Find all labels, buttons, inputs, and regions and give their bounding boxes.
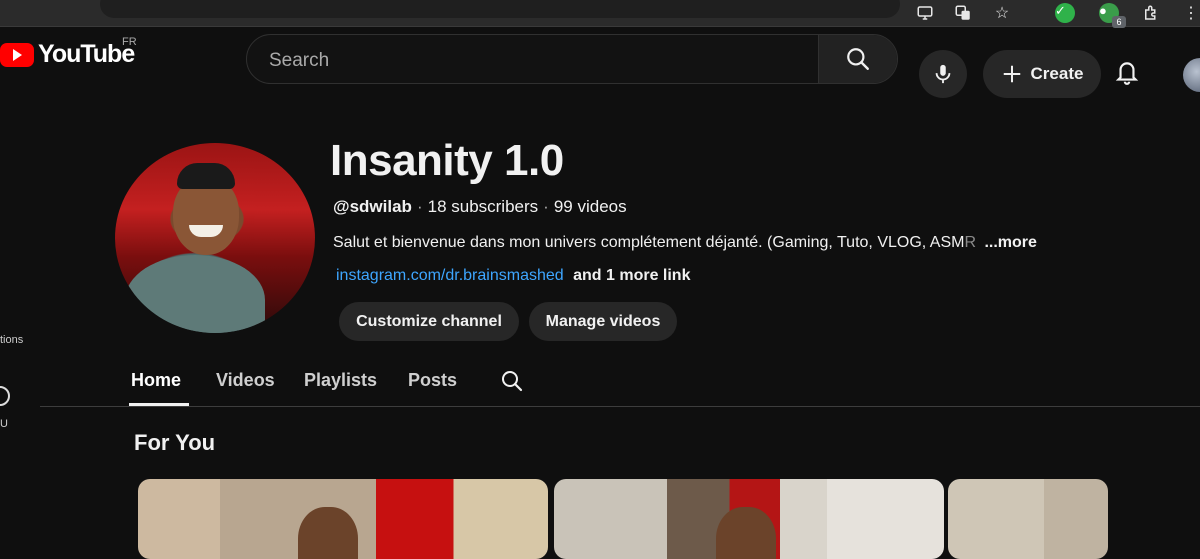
extension-check-icon[interactable]: ✓ bbox=[1054, 2, 1076, 24]
search-icon bbox=[502, 371, 523, 392]
instagram-link[interactable]: instagram.com/dr.brainsmashed bbox=[336, 267, 564, 284]
menu-icon[interactable]: ⋮ bbox=[1180, 2, 1200, 24]
channel-meta: @sdwilab · 18 subscribers · 99 videos bbox=[333, 197, 627, 217]
tab-videos[interactable]: Videos bbox=[216, 370, 275, 403]
tabs-divider bbox=[40, 406, 1200, 407]
more-links-link[interactable]: and 1 more link bbox=[573, 267, 690, 284]
create-label: Create bbox=[1030, 64, 1084, 83]
more-link[interactable]: ...more bbox=[984, 234, 1036, 251]
mic-icon bbox=[935, 64, 951, 84]
description-fade: R bbox=[964, 234, 977, 251]
tab-posts[interactable]: Posts bbox=[408, 370, 457, 403]
youtube-logo[interactable]: YouTube bbox=[0, 40, 135, 69]
video-thumbnail[interactable] bbox=[554, 479, 944, 559]
play-logo-icon bbox=[0, 42, 34, 67]
logo-text: YouTube bbox=[38, 40, 135, 68]
voice-search-button[interactable] bbox=[919, 50, 967, 98]
search-input[interactable] bbox=[267, 47, 811, 75]
bell-icon bbox=[1115, 62, 1139, 85]
country-code: FR bbox=[122, 36, 137, 48]
plus-icon bbox=[1003, 65, 1020, 83]
meta-separator: · bbox=[416, 197, 423, 216]
channel-description[interactable]: Salut et bienvenue dans mon univers comp… bbox=[333, 234, 1037, 252]
translate-icon[interactable] bbox=[952, 2, 974, 24]
subscriber-count: 18 subscribers bbox=[427, 197, 539, 216]
channel-handle: @sdwilab bbox=[333, 197, 412, 216]
extension-badge: 6 bbox=[1112, 16, 1126, 28]
thumbnail-person bbox=[716, 507, 776, 559]
video-thumbnail[interactable] bbox=[948, 479, 1108, 559]
tab-home[interactable]: Home bbox=[131, 370, 181, 403]
account-avatar[interactable] bbox=[1183, 58, 1200, 92]
channel-search-button[interactable] bbox=[500, 369, 524, 398]
channel-title: Insanity 1.0 bbox=[330, 136, 564, 185]
star-icon[interactable]: ☆ bbox=[991, 2, 1013, 24]
description-text: Salut et bienvenue dans mon univers comp… bbox=[333, 234, 965, 251]
avatar-shirt bbox=[125, 255, 265, 333]
thumbnail-person bbox=[298, 507, 358, 559]
extension-shield-icon[interactable]: ● 6 bbox=[1098, 2, 1126, 28]
sidebar-item-label[interactable]: U bbox=[0, 418, 8, 430]
notifications-button[interactable] bbox=[1114, 58, 1140, 91]
manage-videos-button[interactable]: Manage videos bbox=[529, 302, 677, 341]
customize-channel-button[interactable]: Customize channel bbox=[339, 302, 519, 341]
avatar-hair bbox=[177, 163, 235, 189]
channel-links: instagram.com/dr.brainsmashed and 1 more… bbox=[336, 267, 690, 285]
section-title: For You bbox=[134, 430, 216, 455]
meta-separator: · bbox=[543, 197, 549, 216]
sidebar-item-label[interactable]: tions bbox=[0, 334, 23, 346]
channel-avatar[interactable] bbox=[115, 143, 315, 333]
cast-icon[interactable] bbox=[914, 2, 936, 24]
search-bar[interactable] bbox=[246, 34, 898, 84]
video-thumbnail[interactable] bbox=[138, 479, 548, 559]
puzzle-icon[interactable] bbox=[1140, 2, 1162, 24]
video-count: 99 videos bbox=[553, 197, 627, 216]
search-icon bbox=[847, 48, 869, 70]
search-button[interactable] bbox=[818, 35, 897, 83]
sidebar-item-icon[interactable] bbox=[0, 386, 10, 406]
browser-toolbar: ☆ ✓ ● 6 ⋮ bbox=[0, 0, 1200, 28]
create-button[interactable]: Create bbox=[983, 50, 1101, 98]
tab-playlists[interactable]: Playlists bbox=[304, 370, 377, 403]
address-bar[interactable] bbox=[100, 0, 900, 18]
